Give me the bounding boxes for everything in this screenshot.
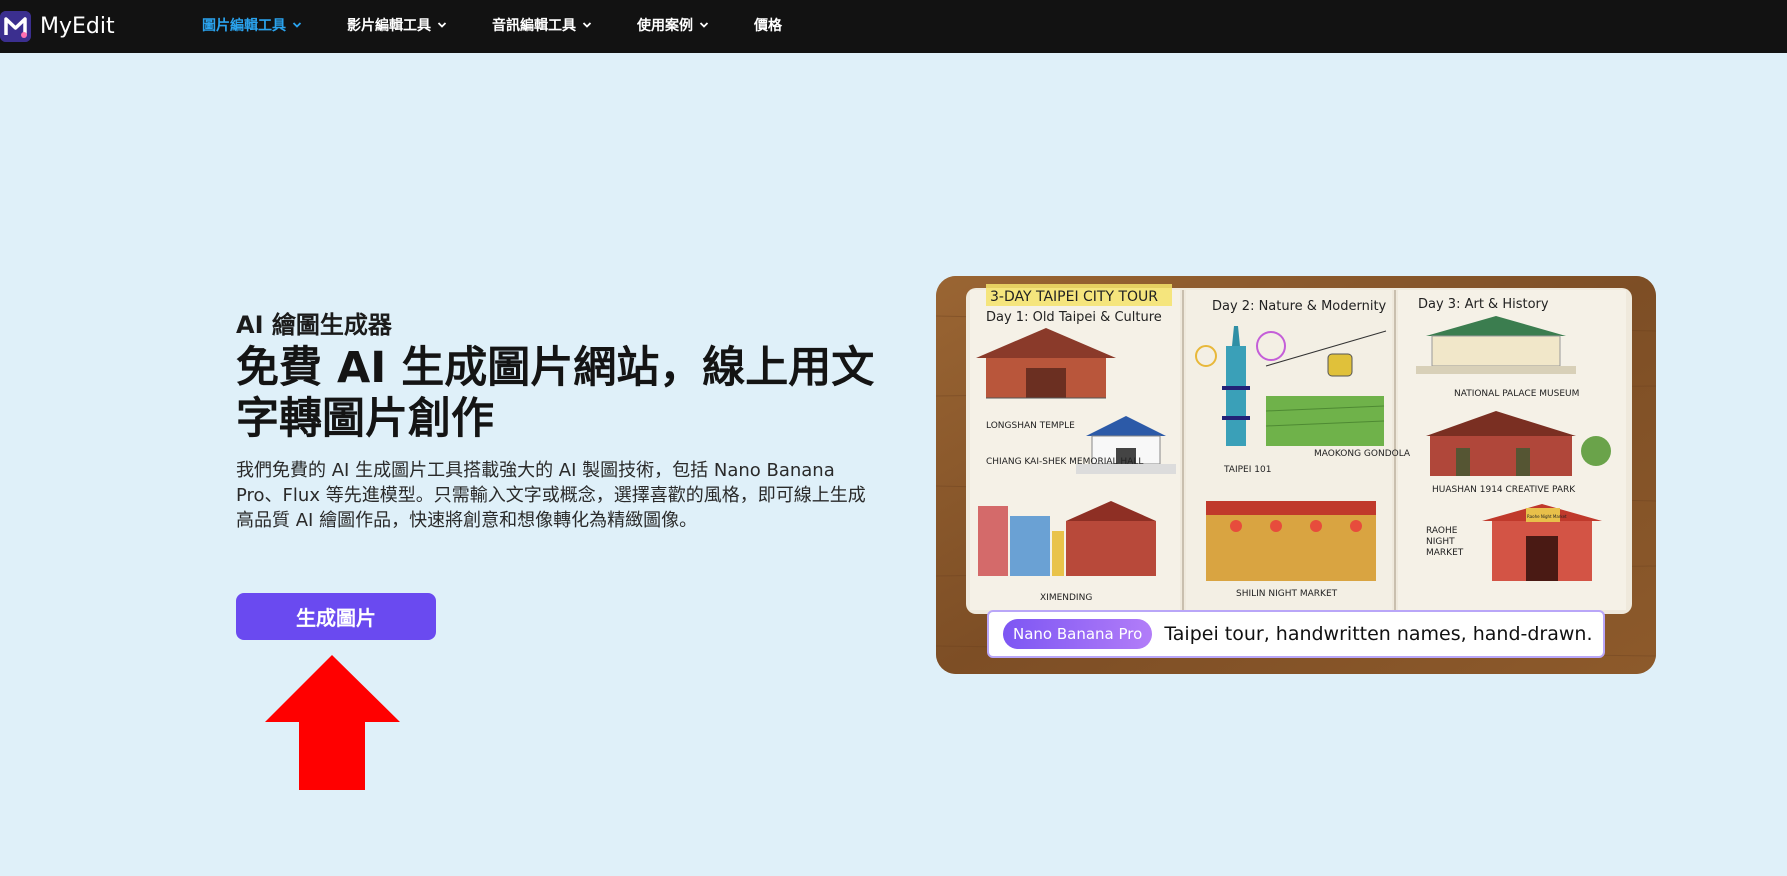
prompt-text: Taipei tour, handwritten names, hand-dra… — [1164, 623, 1593, 645]
nav-label: 音訊編輯工具 — [492, 18, 576, 34]
brand-name: MyEdit — [40, 13, 115, 39]
taipei101-label: TAIPEI 101 — [1223, 465, 1271, 475]
chevron-down-icon — [582, 22, 592, 28]
nav-use-cases[interactable]: 使用案例 — [637, 15, 709, 35]
nav-audio-tools[interactable]: 音訊編輯工具 — [492, 15, 592, 35]
shilin-label: SHILIN NIGHT MARKET — [1236, 589, 1338, 599]
red-up-arrow-icon — [265, 655, 400, 790]
hero-description: 我們免費的 AI 生成圖片工具搭載強大的 AI 製圖技術，包括 Nano Ban… — [236, 460, 866, 531]
prompt-bar: Nano Banana Pro Taipei tour, handwritten… — [987, 610, 1605, 658]
model-badge: Nano Banana Pro — [1003, 619, 1153, 649]
raohe-gate-sign: Raohe Night Market — [1527, 514, 1567, 519]
day2-heading: Day 2: Nature & Modernity — [1212, 299, 1387, 314]
maokong-label: MAOKONG GONDOLA — [1314, 449, 1411, 459]
top-navbar: MyEdit 圖片編輯工具 影片編輯工具 音訊編輯工具 使用案例 價格 — [0, 0, 1787, 53]
nav-label: 價格 — [754, 18, 782, 34]
generate-image-button[interactable]: 生成圖片 — [236, 593, 436, 640]
chevron-down-icon — [437, 22, 447, 28]
chevron-down-icon — [292, 22, 302, 28]
chevron-down-icon — [699, 22, 709, 28]
hero-title: 免費 AI 生成圖片網站，線上用文字轉圖片創作 — [236, 343, 875, 444]
longshan-label: LONGSHAN TEMPLE — [986, 421, 1075, 431]
huashan-label: HUASHAN 1914 CREATIVE PARK — [1432, 485, 1576, 495]
brand-logo[interactable]: MyEdit — [0, 9, 115, 43]
day1-heading: Day 1: Old Taipei & Culture — [986, 310, 1162, 325]
nav-label: 使用案例 — [637, 18, 693, 34]
ximending-label: XIMENDING — [1040, 593, 1092, 603]
nav-pricing[interactable]: 價格 — [754, 15, 782, 35]
cks-label: CHIANG KAI-SHEK MEMORIAL HALL — [986, 457, 1143, 467]
day3-heading: Day 3: Art & History — [1418, 297, 1549, 312]
myedit-logo-icon — [0, 10, 31, 42]
nav-label: 影片編輯工具 — [347, 18, 431, 34]
journal-title: 3-DAY TAIPEI CITY TOUR — [990, 289, 1158, 305]
shilin-night-market-sketch — [1206, 501, 1376, 581]
raohe-label: RAOHE NIGHT MARKET — [1426, 526, 1464, 558]
nav-image-tools[interactable]: 圖片編輯工具 — [202, 15, 302, 35]
nav-video-tools[interactable]: 影片編輯工具 — [347, 15, 447, 35]
palace-label: NATIONAL PALACE MUSEUM — [1454, 389, 1579, 399]
hero-subtitle: AI 繪圖生成器 — [236, 311, 392, 339]
nav-label: 圖片編輯工具 — [202, 18, 286, 34]
